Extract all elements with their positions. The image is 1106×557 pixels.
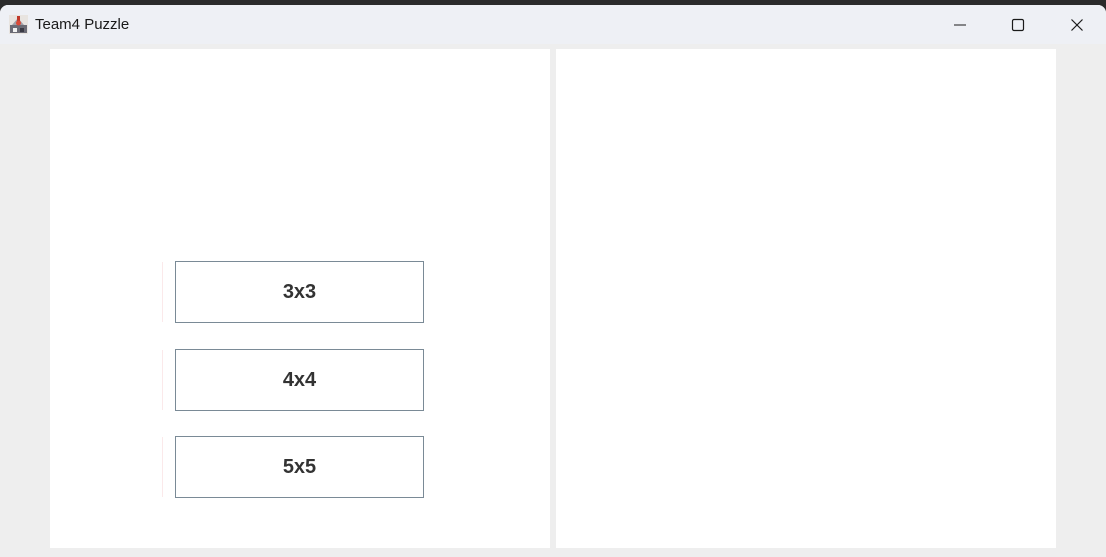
window-title: Team4 Puzzle: [35, 16, 130, 33]
title-bar[interactable]: Team4 Puzzle: [0, 5, 1106, 44]
maximize-button[interactable]: [989, 5, 1047, 44]
size-5x5-button[interactable]: 5x5: [175, 436, 424, 498]
size-3x3-button[interactable]: 3x3: [175, 261, 424, 323]
menu-panel: 3x3 4x4 5x5: [50, 49, 550, 548]
close-icon: [1071, 18, 1083, 31]
button-edge-mark: [162, 262, 163, 322]
close-button[interactable]: [1048, 5, 1106, 44]
button-edge-mark: [162, 350, 163, 410]
content-area: 3x3 4x4 5x5: [0, 44, 1106, 557]
minimize-button[interactable]: [931, 5, 989, 44]
maximize-icon: [1011, 18, 1025, 31]
java-app-icon: [9, 15, 28, 34]
app-window: Team4 Puzzle 3x3 4x4 5x5: [0, 5, 1106, 557]
button-edge-mark: [162, 437, 163, 497]
puzzle-board-panel[interactable]: [556, 49, 1056, 548]
size-4x4-button[interactable]: 4x4: [175, 349, 424, 411]
minimize-icon: [954, 23, 966, 26]
